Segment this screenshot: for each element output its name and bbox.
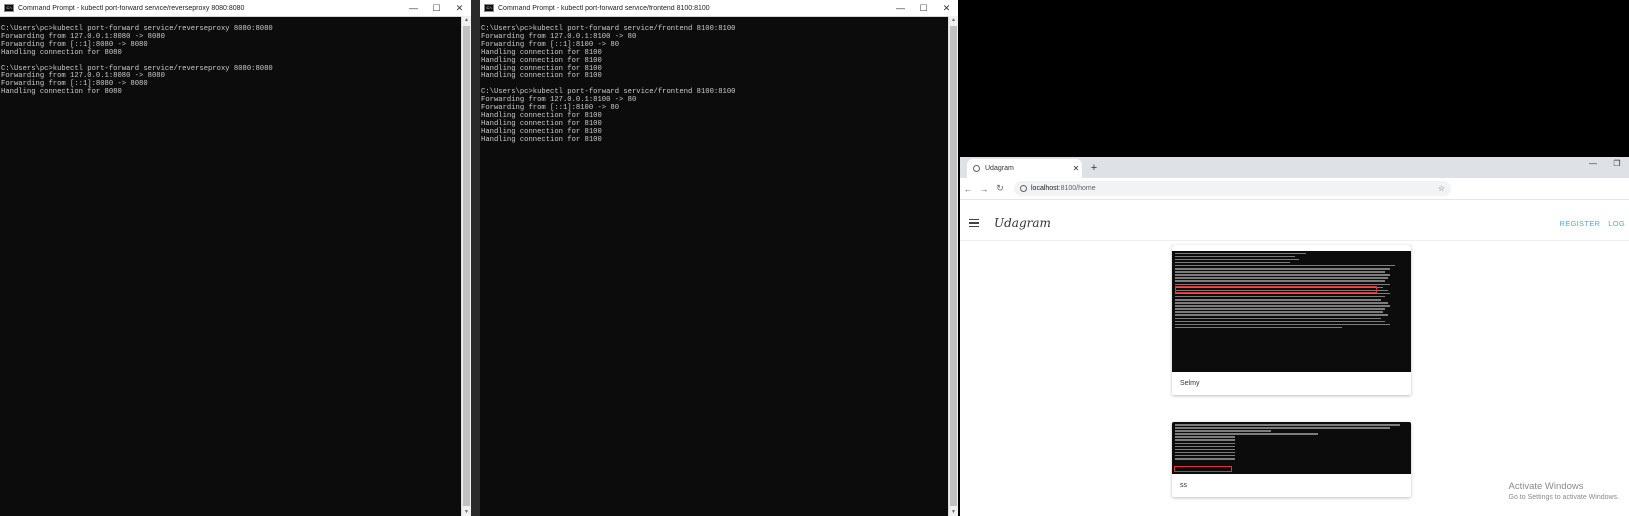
tab-title: Udagram bbox=[985, 165, 1014, 172]
left-console-output[interactable]: C:\Users\pc>kubectl port-forward service… bbox=[0, 17, 471, 97]
header-actions: REGISTER LOG bbox=[1560, 219, 1626, 228]
hamburger-menu-icon[interactable] bbox=[969, 217, 979, 229]
screenshot-titlebar bbox=[1172, 245, 1411, 251]
close-button[interactable]: ✕ bbox=[935, 3, 958, 14]
watermark-title: Activate Windows bbox=[1508, 481, 1584, 492]
browser-window[interactable]: Udagram ✕ + — ❐ ← → ↻ localhost:8100/hom… bbox=[960, 157, 1629, 516]
left-console-window[interactable]: C:\ Command Prompt - kubectl port-forwar… bbox=[0, 0, 471, 516]
address-bar[interactable]: localhost:8100/home ☆ bbox=[1014, 181, 1451, 196]
left-console-title: Command Prompt - kubectl port-forward se… bbox=[18, 4, 245, 12]
right-console-scrollbar[interactable]: ▲ ▼ bbox=[948, 16, 958, 516]
scroll-thumb[interactable] bbox=[950, 26, 957, 506]
feed-image[interactable] bbox=[1172, 422, 1411, 474]
url-host: localhost bbox=[1031, 185, 1059, 192]
url-path: :8100/home bbox=[1058, 185, 1096, 192]
reload-icon[interactable]: ↻ bbox=[992, 183, 1008, 194]
forward-arrow-icon[interactable]: → bbox=[976, 184, 992, 194]
maximize-button[interactable]: ☐ bbox=[912, 3, 935, 14]
app-header: Udagram REGISTER LOG bbox=[960, 206, 1629, 241]
feed-caption: ss bbox=[1180, 482, 1187, 489]
scroll-up-icon[interactable]: ▲ bbox=[949, 16, 958, 24]
cmd-icon: C:\ bbox=[484, 4, 494, 12]
feed-image[interactable] bbox=[1172, 245, 1411, 372]
new-tab-button[interactable]: + bbox=[1086, 159, 1102, 178]
feed-card[interactable]: ss bbox=[1172, 422, 1411, 497]
tab-strip: Udagram ✕ + — ❐ bbox=[960, 157, 1629, 178]
globe-icon bbox=[973, 165, 980, 172]
browser-toolbar: ← → ↻ localhost:8100/home ☆ bbox=[960, 178, 1629, 200]
minimize-button[interactable]: — bbox=[889, 3, 912, 13]
scroll-thumb[interactable] bbox=[463, 26, 470, 506]
app-brand[interactable]: Udagram bbox=[994, 216, 1051, 230]
maximize-button[interactable]: ☐ bbox=[425, 3, 448, 14]
left-console-scrollbar[interactable]: ▲ ▼ bbox=[461, 16, 471, 516]
screenshot-highlight bbox=[1175, 286, 1377, 293]
feed-list: Selmy ss Activate Windows Go to Settings… bbox=[960, 241, 1629, 511]
register-button[interactable]: REGISTER bbox=[1560, 219, 1601, 228]
window-divider bbox=[471, 0, 480, 516]
tab-udagram[interactable]: Udagram ✕ bbox=[967, 159, 1082, 178]
close-tab-icon[interactable]: ✕ bbox=[1070, 164, 1082, 173]
left-console-titlebar[interactable]: C:\ Command Prompt - kubectl port-forwar… bbox=[0, 0, 471, 17]
info-icon[interactable] bbox=[1020, 185, 1027, 192]
scroll-up-icon[interactable]: ▲ bbox=[462, 16, 471, 24]
scroll-down-icon[interactable]: ▼ bbox=[949, 508, 958, 516]
feed-caption: Selmy bbox=[1180, 380, 1200, 387]
login-button[interactable]: LOG bbox=[1608, 219, 1625, 228]
back-arrow-icon[interactable]: ← bbox=[960, 184, 976, 194]
browser-minimize-button[interactable]: — bbox=[1581, 157, 1605, 171]
watermark-subtitle: Go to Settings to activate Windows. bbox=[1508, 494, 1620, 501]
browser-restore-button[interactable]: ❐ bbox=[1605, 157, 1629, 171]
cmd-icon: C:\ bbox=[4, 4, 14, 12]
right-console-output[interactable]: C:\Users\pc>kubectl port-forward service… bbox=[480, 17, 958, 145]
close-button[interactable]: ✕ bbox=[448, 3, 471, 14]
feed-card[interactable]: Selmy bbox=[1172, 245, 1411, 395]
right-console-window[interactable]: C:\ Command Prompt - kubectl port-forwar… bbox=[480, 0, 958, 516]
minimize-button[interactable]: — bbox=[402, 3, 425, 13]
browser-window-controls: — ❐ bbox=[1581, 157, 1629, 171]
activate-windows-watermark: Activate Windows Go to Settings to activ… bbox=[1509, 481, 1620, 501]
bookmark-star-icon[interactable]: ☆ bbox=[1438, 184, 1445, 193]
scroll-down-icon[interactable]: ▼ bbox=[462, 508, 471, 516]
screenshot-highlight bbox=[1174, 466, 1232, 472]
right-console-titlebar[interactable]: C:\ Command Prompt - kubectl port-forwar… bbox=[480, 0, 958, 17]
right-console-title: Command Prompt - kubectl port-forward se… bbox=[498, 4, 710, 12]
